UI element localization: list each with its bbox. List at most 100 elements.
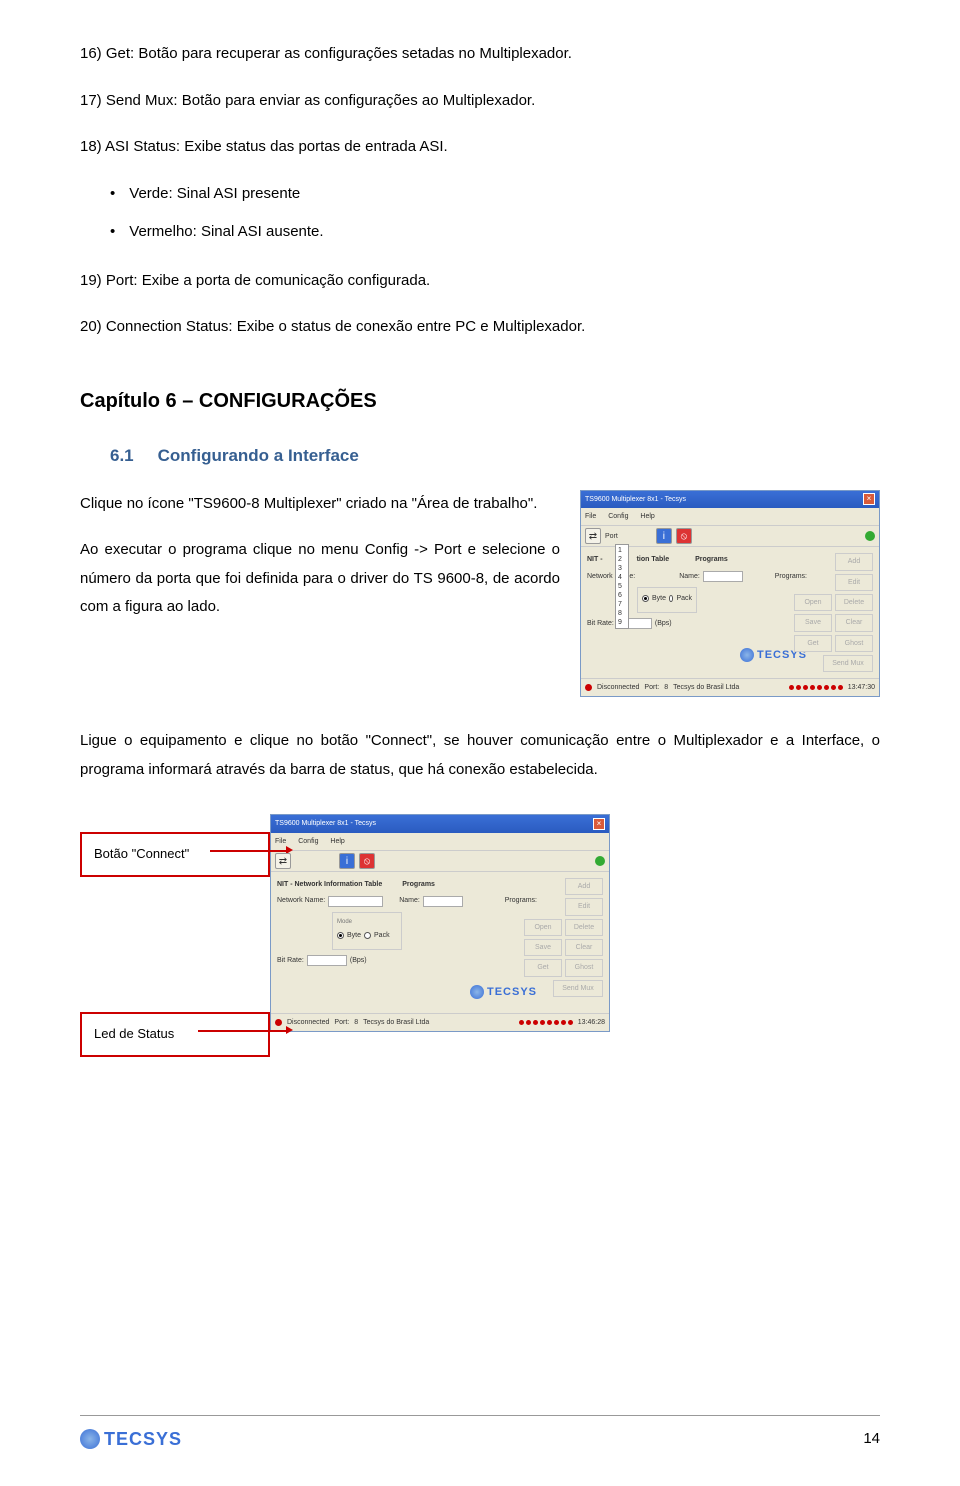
get-button[interactable]: Get — [524, 959, 562, 976]
item-19: 19) Port: Exibe a porta de comunicação c… — [80, 267, 880, 296]
open-button[interactable]: Open — [524, 919, 562, 936]
radio-pack[interactable] — [364, 932, 371, 939]
sendmux-button[interactable]: Send Mux — [553, 980, 603, 997]
chapter-title: Capítulo 6 – CONFIGURAÇÕES — [80, 382, 880, 420]
port-option[interactable]: 6 — [618, 591, 622, 600]
port-option[interactable]: 4 — [618, 573, 622, 582]
item-18: 18) ASI Status: Exibe status das portas … — [80, 133, 880, 162]
programs-label: Programs: — [775, 570, 807, 583]
ghost-button[interactable]: Ghost — [835, 635, 873, 652]
sendmux-button[interactable]: Send Mux — [823, 655, 873, 672]
open-button[interactable]: Open — [794, 594, 832, 611]
menu-file[interactable]: File — [275, 838, 286, 845]
nit-heading-left: NIT - — [587, 553, 603, 566]
toolbar: ⇄ i ⦸ — [271, 851, 609, 872]
window-title: TS9600 Multiplexer 8x1 - Tecsys — [585, 493, 686, 506]
menu-file[interactable]: File — [585, 513, 596, 520]
close-icon[interactable]: × — [593, 818, 605, 830]
bps-label: (Bps) — [655, 617, 672, 630]
delete-button[interactable]: Delete — [835, 594, 873, 611]
port-option[interactable]: 7 — [618, 600, 622, 609]
port-option[interactable]: 1 — [618, 546, 622, 555]
get-button[interactable]: Get — [794, 635, 832, 652]
radio-pack-label: Pack — [374, 929, 390, 942]
titlebar: TS9600 Multiplexer 8x1 - Tecsys × — [581, 491, 879, 508]
asi-status-dots — [519, 1020, 573, 1025]
port-option[interactable]: 3 — [618, 564, 622, 573]
programs-label: Programs: — [505, 894, 537, 907]
stop-icon[interactable]: ⦸ — [676, 528, 692, 544]
section-text: Configurando a Interface — [158, 446, 359, 465]
bps-label: (Bps) — [350, 954, 367, 967]
status-port-number: 8 — [664, 681, 668, 694]
menu-help[interactable]: Help — [330, 838, 344, 845]
port-option[interactable]: 8 — [618, 609, 622, 618]
port-dropdown[interactable]: 1 2 3 4 5 6 7 8 9 — [615, 544, 629, 629]
item-16: 16) Get: Botão para recuperar as configu… — [80, 40, 880, 69]
programs-heading: Programs — [402, 878, 435, 891]
name-label: Name: — [679, 570, 700, 583]
status-port-label: Port: — [644, 681, 659, 694]
close-icon[interactable]: × — [863, 493, 875, 505]
status-port-label: Port: — [334, 1016, 349, 1029]
clear-button[interactable]: Clear — [835, 614, 873, 631]
radio-byte-label: Byte — [652, 592, 666, 605]
ghost-button[interactable]: Ghost — [565, 959, 603, 976]
asi-bullets: Verde: Sinal ASI presente Vermelho: Sina… — [110, 180, 880, 247]
item-20: 20) Connection Status: Exibe o status de… — [80, 313, 880, 342]
radio-byte[interactable] — [642, 595, 649, 602]
toolbar: ⇄ Port i ⦸ 1 2 3 4 5 6 7 8 9 — [581, 526, 879, 547]
save-button[interactable]: Save — [794, 614, 832, 631]
para-connect: Ligue o equipamento e clique no botão "C… — [80, 727, 880, 784]
nit-heading: NIT - Network Information Table — [277, 878, 382, 891]
status-company: Tecsys do Brasil Ltda — [673, 681, 739, 694]
delete-button[interactable]: Delete — [565, 919, 603, 936]
name-input[interactable] — [703, 571, 743, 582]
statusbar: Disconnected Port: 8 Tecsys do Brasil Lt… — [581, 678, 879, 696]
network-name-input[interactable] — [328, 896, 383, 907]
clear-button[interactable]: Clear — [565, 939, 603, 956]
port-option[interactable]: 9 — [618, 618, 622, 627]
info-icon[interactable]: i — [339, 853, 355, 869]
add-button[interactable]: Add — [835, 553, 873, 570]
screenshot-connect: TS9600 Multiplexer 8x1 - Tecsys × File C… — [270, 814, 610, 1031]
callout-status: Led de Status — [80, 1012, 270, 1057]
radio-byte-label: Byte — [347, 929, 361, 942]
statusbar: Disconnected Port: 8 Tecsys do Brasil Lt… — [271, 1013, 609, 1031]
tecsys-logo: TECSYS — [470, 982, 537, 1003]
footer-logo: TECSYS — [80, 1422, 182, 1456]
edit-button[interactable]: Edit — [565, 898, 603, 915]
status-time: 13:46:28 — [578, 1016, 605, 1029]
edit-button[interactable]: Edit — [835, 574, 873, 591]
nit-heading-right: tion Table — [637, 553, 670, 566]
menubar: File Config Help — [581, 508, 879, 526]
radio-pack[interactable] — [669, 595, 673, 602]
stop-icon[interactable]: ⦸ — [359, 853, 375, 869]
menu-config[interactable]: Config — [608, 513, 628, 520]
connect-icon[interactable]: ⇄ — [275, 853, 291, 869]
item-17: 17) Send Mux: Botão para enviar as confi… — [80, 87, 880, 116]
port-option[interactable]: 2 — [618, 555, 622, 564]
menu-help[interactable]: Help — [640, 513, 654, 520]
radio-pack-label: Pack — [676, 592, 692, 605]
globe-icon — [470, 985, 484, 999]
status-led-icon — [585, 684, 592, 691]
name-label: Name: — [399, 894, 420, 907]
port-option[interactable]: 5 — [618, 582, 622, 591]
network-name-label: Network Name: — [277, 894, 325, 907]
page-footer: TECSYS 14 — [80, 1415, 880, 1456]
globe-icon — [80, 1429, 100, 1449]
menu-config[interactable]: Config — [298, 838, 318, 845]
radio-byte[interactable] — [337, 932, 344, 939]
info-icon[interactable]: i — [656, 528, 672, 544]
save-button[interactable]: Save — [524, 939, 562, 956]
connect-icon[interactable]: ⇄ — [585, 528, 601, 544]
add-button[interactable]: Add — [565, 878, 603, 895]
bitrate-input[interactable] — [307, 955, 347, 966]
menubar: File Config Help — [271, 833, 609, 851]
globe-icon — [740, 648, 754, 662]
section-title: 6.1Configurando a Interface — [110, 440, 880, 472]
port-label: Port — [605, 530, 618, 543]
name-input[interactable] — [423, 896, 463, 907]
bullet-red: Vermelho: Sinal ASI ausente. — [110, 218, 880, 247]
